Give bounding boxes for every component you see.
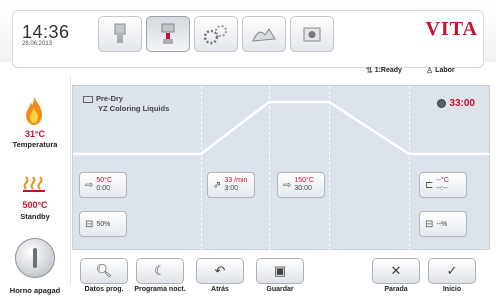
status-ready-label: 1:Ready bbox=[374, 67, 402, 74]
power-button[interactable] bbox=[15, 238, 55, 278]
settings-mode-button[interactable] bbox=[194, 16, 238, 52]
vacuum-icon: ⊟ bbox=[425, 218, 434, 230]
status-labor-label: Labor bbox=[435, 67, 455, 74]
temperature-label: Temperatura bbox=[12, 140, 58, 149]
program-name: Pre-Dry YZ Coloring Liquids bbox=[83, 94, 169, 114]
check-icon: ✓ bbox=[446, 263, 458, 278]
program-icon bbox=[83, 95, 93, 103]
brand-logo: VITA bbox=[425, 18, 478, 40]
hold-time: 30:00 bbox=[294, 185, 312, 192]
hold-temp: 150°C bbox=[294, 177, 314, 184]
temperature-value: 31°C bbox=[24, 129, 46, 139]
night-program-icon: ☾ bbox=[154, 263, 166, 278]
night-program-label: Programa noct. bbox=[134, 286, 186, 293]
heating-rate-button[interactable]: ⇗ 33 /min 3:00 bbox=[207, 172, 255, 198]
power-icon bbox=[33, 248, 37, 268]
save-button[interactable]: ▣ bbox=[256, 258, 304, 284]
heating-rate: 33 /min bbox=[224, 177, 248, 184]
heater-icon bbox=[23, 176, 45, 192]
back-label: Atrás bbox=[211, 286, 229, 293]
save-icon: ▣ bbox=[273, 263, 287, 278]
stop-label: Parada bbox=[384, 286, 408, 293]
heating-time: 3:00 bbox=[224, 185, 239, 192]
clock-icon bbox=[437, 99, 447, 108]
status-ready: ⇅ 1:Ready bbox=[366, 66, 402, 75]
user-icon: ♙ bbox=[426, 66, 434, 75]
program-timer: 33:00 bbox=[437, 98, 475, 109]
clock-date: 28.06.2013 bbox=[22, 41, 53, 47]
furnace-mode-button[interactable] bbox=[98, 16, 142, 52]
program-name-line1: Pre-Dry bbox=[96, 94, 124, 103]
camera-icon bbox=[303, 27, 321, 42]
vacuum-end-value: --% bbox=[436, 220, 448, 228]
hold-temp-button[interactable]: ⇨ 150°C 30:00 bbox=[277, 172, 325, 198]
sidebar-divider bbox=[70, 76, 71, 286]
cooling-temp: --°C bbox=[436, 177, 449, 184]
standby-value: 500°C bbox=[22, 200, 48, 210]
flame-icon bbox=[26, 97, 42, 125]
gears-icon bbox=[203, 25, 227, 45]
program-data-button[interactable]: 🔍︎ bbox=[80, 258, 128, 284]
furnace-open-mode-button[interactable] bbox=[146, 16, 190, 52]
program-panel: Pre-Dry YZ Coloring Liquids 33:00 ⇨ 50°C… bbox=[72, 85, 491, 251]
search-icon: 🔍︎ bbox=[95, 263, 113, 278]
program-name-line2: YZ Coloring Liquids bbox=[98, 104, 170, 113]
power-label: Horno apagad bbox=[9, 286, 61, 295]
furnace-icon bbox=[114, 23, 126, 43]
arrow-right-icon: ⇨ bbox=[283, 179, 292, 191]
program-data-label: Datos prog. bbox=[84, 286, 124, 293]
back-arrow-icon: ↶ bbox=[214, 263, 226, 278]
start-button[interactable]: ✓ bbox=[428, 258, 476, 284]
ramp-up-icon: ⇗ bbox=[213, 179, 222, 191]
night-program-button[interactable]: ☾ bbox=[136, 258, 184, 284]
start-label: Inicio bbox=[442, 286, 462, 293]
status-labor: ♙ Labor bbox=[426, 66, 455, 75]
predry-temp-button[interactable]: ⇨ 50°C 0:00 bbox=[79, 172, 127, 198]
camera-mode-button[interactable] bbox=[290, 16, 334, 52]
close-icon: ✕ bbox=[390, 263, 402, 278]
vacuum-button[interactable]: ⊟ 50% bbox=[79, 211, 127, 237]
back-button[interactable]: ↶ bbox=[196, 258, 244, 284]
cooling-icon: ⊏ bbox=[425, 179, 434, 191]
hands-icon bbox=[252, 28, 276, 42]
clock-time: 14:36 bbox=[22, 22, 70, 42]
ready-icon: ⇅ bbox=[366, 66, 373, 75]
save-label: Guardar bbox=[266, 286, 294, 293]
vacuum-icon: ⊟ bbox=[85, 218, 94, 230]
furnace-open-icon bbox=[161, 23, 175, 44]
predry-temp: 50°C bbox=[96, 177, 113, 184]
vacuum-end-button[interactable]: ⊟ --% bbox=[419, 211, 467, 237]
timer-value: 33:00 bbox=[449, 98, 475, 109]
arrow-right-icon: ⇨ bbox=[85, 179, 94, 191]
cooling-time: --:-- bbox=[436, 185, 448, 192]
calibration-mode-button[interactable] bbox=[242, 16, 286, 52]
predry-time: 0:00 bbox=[96, 185, 111, 192]
vacuum-value: 50% bbox=[96, 220, 111, 228]
standby-label: Standby bbox=[20, 212, 50, 221]
stop-button[interactable]: ✕ bbox=[372, 258, 420, 284]
cooling-button[interactable]: ⊏ --°C --:-- bbox=[419, 172, 467, 198]
